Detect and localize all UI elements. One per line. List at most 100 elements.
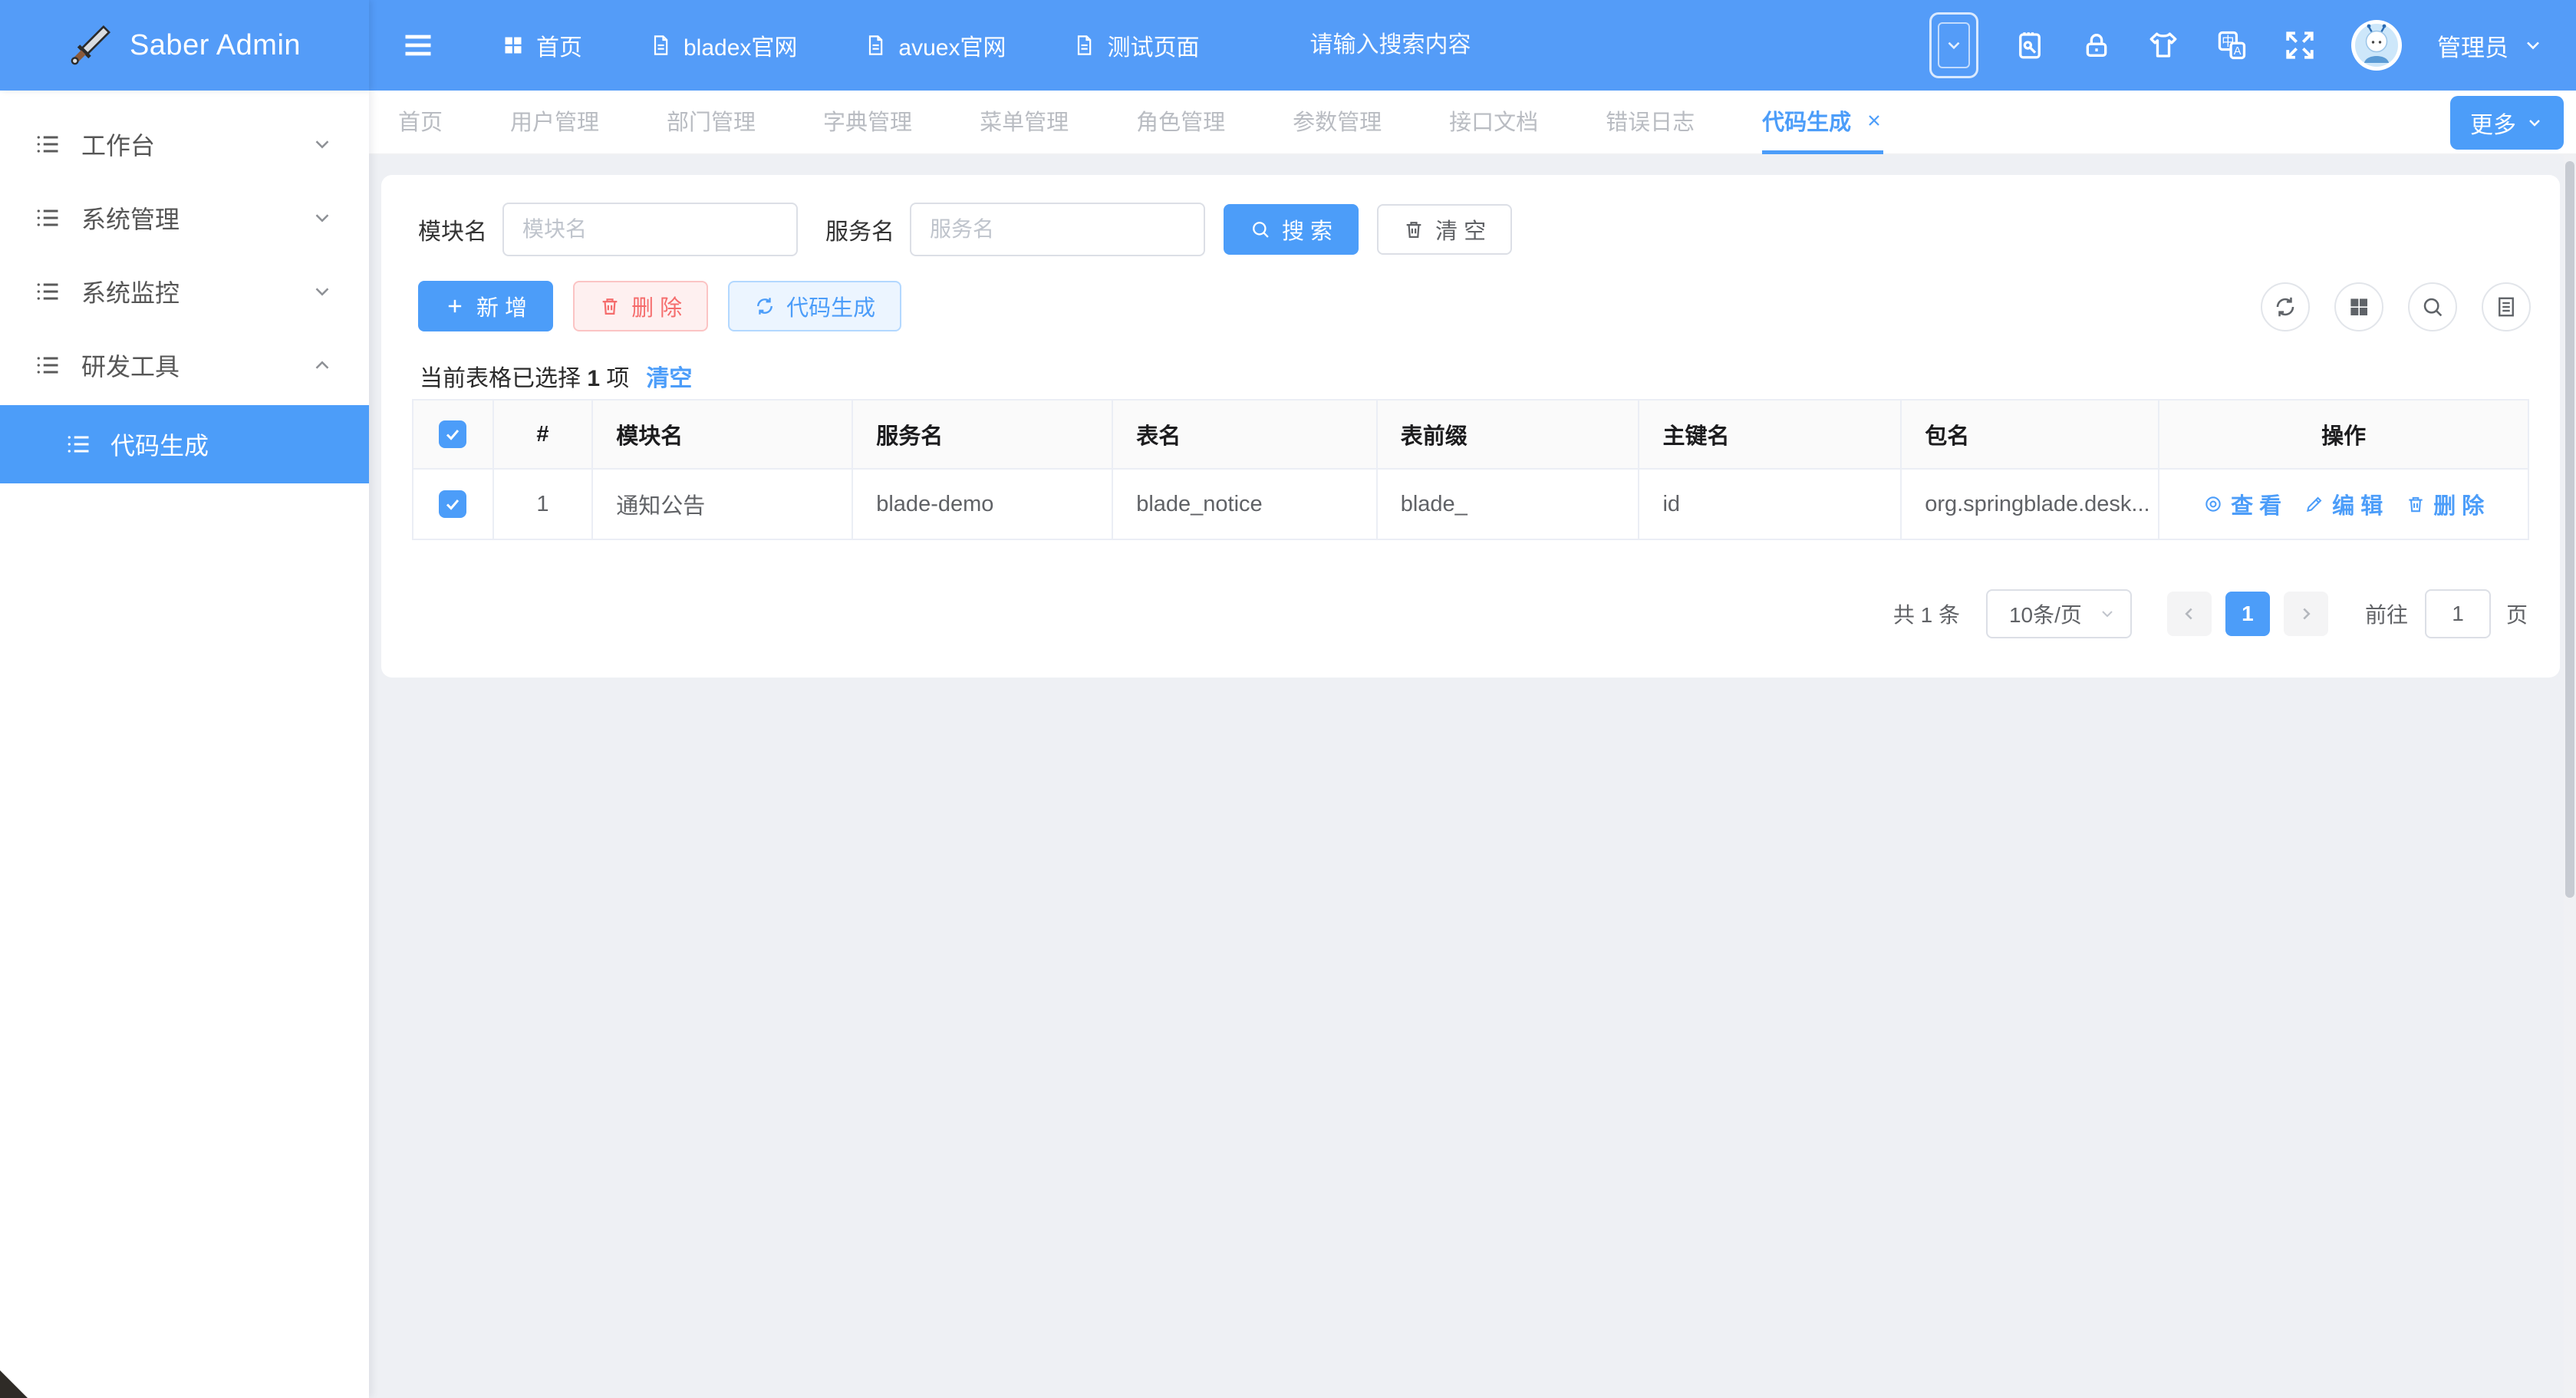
clear-selection-link[interactable]: 清空 xyxy=(646,359,692,393)
select-all-checkbox[interactable] xyxy=(439,420,466,448)
sidebar-item-system-management[interactable]: 系统管理 xyxy=(0,181,369,255)
page-size-value: 10条/页 xyxy=(2009,598,2082,629)
main-area: 首页 用户管理 部门管理 字典管理 菜单管理 角色管理 参数管理 接口文档 错误… xyxy=(369,91,2576,1398)
column-settings-button[interactable] xyxy=(2334,282,2383,331)
tab-dict-management[interactable]: 字典管理 xyxy=(823,90,912,154)
document-icon xyxy=(1073,35,1095,56)
lock-screen-icon[interactable] xyxy=(2081,30,2112,61)
row-checkbox-cell xyxy=(413,470,494,539)
top-nav-home[interactable]: 首页 xyxy=(502,28,582,62)
sidebar-item-label: 系统管理 xyxy=(81,200,180,236)
list-menu-icon xyxy=(34,278,61,305)
top-nav-label: bladex官网 xyxy=(684,28,797,62)
refresh-button[interactable] xyxy=(2261,282,2310,331)
tab-home[interactable]: 首页 xyxy=(398,90,443,154)
sidebar-item-code-generation[interactable]: 代码生成 xyxy=(0,405,369,483)
export-list-button[interactable] xyxy=(2482,282,2531,331)
chevron-down-icon xyxy=(2098,605,2116,623)
module-name-input[interactable] xyxy=(502,203,798,256)
edit-action-link[interactable]: 编 辑 xyxy=(2304,488,2383,520)
table-tools xyxy=(2261,282,2531,331)
translate-icon[interactable]: 中 A xyxy=(2215,28,2248,62)
user-avatar[interactable] xyxy=(2351,20,2402,71)
codegen-button[interactable]: 代码生成 xyxy=(728,281,901,331)
top-nav-label: 首页 xyxy=(536,28,582,62)
sidebar-item-label: 代码生成 xyxy=(110,427,209,462)
header-package: 包名 xyxy=(1902,401,2159,468)
tab-api-docs[interactable]: 接口文档 xyxy=(1449,90,1538,154)
page-number-1[interactable]: 1 xyxy=(2225,592,2270,636)
tab-label: 参数管理 xyxy=(1293,104,1382,137)
tab-code-generation[interactable]: 代码生成 xyxy=(1762,90,1883,154)
header-pk: 主键名 xyxy=(1639,401,1902,468)
list-menu-icon xyxy=(34,204,61,232)
theme-icon[interactable] xyxy=(2147,29,2179,61)
sidebar-item-workbench[interactable]: 工作台 xyxy=(0,107,369,181)
page-size-select[interactable]: 10条/页 xyxy=(1986,589,2132,638)
tab-label: 角色管理 xyxy=(1136,104,1225,137)
tab-param-management[interactable]: 参数管理 xyxy=(1293,90,1382,154)
header-table-name: 表名 xyxy=(1113,401,1378,468)
collapse-panel-button[interactable] xyxy=(1929,12,1978,78)
top-nav-test-page[interactable]: 测试页面 xyxy=(1073,28,1199,62)
chevron-down-icon xyxy=(311,206,334,229)
debug-tool-icon[interactable] xyxy=(2014,29,2046,61)
chevron-down-icon xyxy=(311,280,334,303)
goto-page-input[interactable] xyxy=(2425,589,2491,638)
tab-menu-management[interactable]: 菜单管理 xyxy=(980,90,1069,154)
search-icon xyxy=(2420,295,2445,319)
tab-label: 代码生成 xyxy=(1762,104,1851,137)
code-generation-panel: 模块名 服务名 搜 索 清 空 xyxy=(381,175,2560,678)
row-index: 1 xyxy=(494,470,594,539)
scrollbar-track[interactable] xyxy=(2564,155,2576,1398)
row-table-name: blade_notice xyxy=(1113,470,1378,539)
sidebar-item-dev-tools[interactable]: 研发工具 xyxy=(0,328,369,402)
top-nav-avuex[interactable]: avuex官网 xyxy=(865,28,1006,62)
row-checkbox[interactable] xyxy=(439,490,466,518)
sidebar-item-system-monitor[interactable]: 系统监控 xyxy=(0,255,369,328)
header-actions: 操作 xyxy=(2159,401,2528,468)
prev-page-button[interactable] xyxy=(2167,592,2212,636)
tab-user-management[interactable]: 用户管理 xyxy=(510,90,599,154)
view-action-link[interactable]: 查 看 xyxy=(2203,488,2281,520)
tab-label: 字典管理 xyxy=(823,104,912,137)
clear-button[interactable]: 清 空 xyxy=(1377,204,1512,255)
more-tabs-button[interactable]: 更多 xyxy=(2450,96,2564,150)
hamburger-menu-icon[interactable] xyxy=(401,28,435,62)
delete-action-label: 删 除 xyxy=(2433,488,2484,520)
tab-dept-management[interactable]: 部门管理 xyxy=(667,90,756,154)
row-prefix: blade_ xyxy=(1378,470,1640,539)
user-menu[interactable]: 管理员 xyxy=(2437,28,2544,63)
tab-role-management[interactable]: 角色管理 xyxy=(1136,90,1225,154)
user-name: 管理员 xyxy=(2437,28,2508,63)
delete-action-link[interactable]: 删 除 xyxy=(2406,488,2484,520)
search-button[interactable]: 搜 索 xyxy=(1224,204,1359,255)
search-toggle-button[interactable] xyxy=(2408,282,2457,331)
close-icon[interactable] xyxy=(1865,111,1883,130)
fullscreen-icon[interactable] xyxy=(2284,29,2316,61)
selection-info: 当前表格已选择 1 项 清空 xyxy=(420,359,692,393)
trash-icon xyxy=(2406,494,2426,514)
chevron-down-icon xyxy=(311,133,334,156)
top-nav-label: 测试页面 xyxy=(1107,28,1199,62)
goto-label: 前往 xyxy=(2365,598,2408,629)
table-row: 1 通知公告 blade-demo blade_notice blade_ id… xyxy=(413,468,2528,539)
scrollbar-thumb[interactable] xyxy=(2565,161,2574,898)
tab-error-log[interactable]: 错误日志 xyxy=(1606,90,1695,154)
table-toolbar: 新 增 删 除 代码生成 xyxy=(418,281,901,331)
header-checkbox-cell xyxy=(413,401,494,468)
top-nav-bladex[interactable]: bladex官网 xyxy=(650,28,797,62)
tab-bar: 首页 用户管理 部门管理 字典管理 菜单管理 角色管理 参数管理 接口文档 错误… xyxy=(369,91,2576,155)
next-page-button[interactable] xyxy=(2284,592,2328,636)
add-button[interactable]: 新 增 xyxy=(418,281,553,331)
pagination-total: 共 1 条 xyxy=(1893,598,1960,629)
add-button-label: 新 增 xyxy=(476,290,527,322)
global-search-input[interactable] xyxy=(1309,32,1639,58)
sidebar-item-label: 工作台 xyxy=(81,127,155,162)
sidebar-item-label: 系统监控 xyxy=(81,274,180,309)
delete-button[interactable]: 删 除 xyxy=(573,281,708,331)
service-name-input[interactable] xyxy=(910,203,1205,256)
svg-text:A: A xyxy=(2234,45,2242,58)
content-area: 模块名 服务名 搜 索 清 空 xyxy=(369,155,2576,1398)
corner-triangle-decoration xyxy=(0,1370,28,1398)
